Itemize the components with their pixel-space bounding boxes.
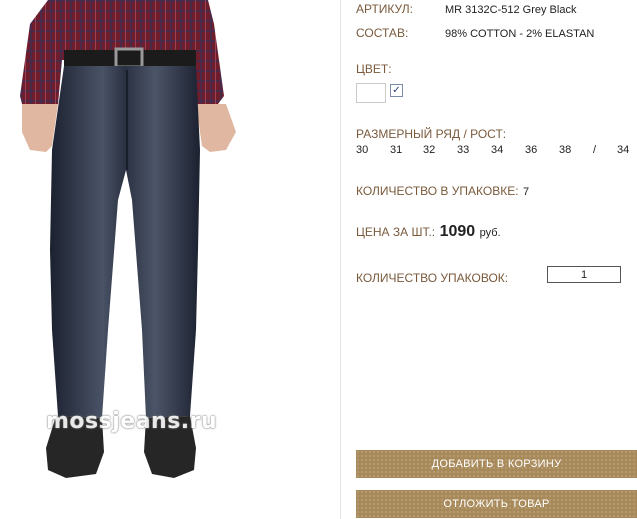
pack-value: 7 (523, 186, 530, 198)
article-label: АРТИКУЛ: (356, 2, 413, 16)
size-item: 30 (356, 144, 369, 156)
product-photo: mossjeans.ru (0, 0, 341, 519)
qty-label: КОЛИЧЕСТВО УПАКОВОК: (356, 271, 509, 285)
jeans-model-image (20, 0, 236, 478)
size-item: 34 (491, 144, 504, 156)
add-to-cart-button[interactable]: ДОБАВИТЬ В КОРЗИНУ (356, 450, 637, 478)
price-row: ЦЕНА ЗА ШТ.: 1090 руб. (356, 223, 501, 241)
composition-row: СОСТАВ: (356, 24, 408, 42)
size-item: / (593, 144, 597, 156)
price-label: ЦЕНА ЗА ШТ.: (356, 225, 436, 239)
article-value: MR 3132C-512 Grey Black (445, 4, 577, 16)
size-item: 36 (525, 144, 538, 156)
color-swatch[interactable] (356, 83, 386, 103)
defer-item-button[interactable]: ОТЛОЖИТЬ ТОВАР (356, 490, 637, 518)
pack-label: КОЛИЧЕСТВО В УПАКОВКЕ: (356, 184, 519, 198)
composition-value: 98% COTTON - 2% ELASTAN (445, 28, 595, 40)
article-row: АРТИКУЛ: (356, 0, 413, 18)
color-checkbox[interactable]: ✓ (390, 84, 403, 97)
price-currency: руб. (479, 227, 501, 239)
color-label: ЦВЕТ: (356, 62, 392, 76)
qty-input[interactable] (547, 266, 621, 283)
sizes-list: 30 31 32 33 34 36 38 / 34 (356, 144, 637, 158)
size-item: 31 (390, 144, 403, 156)
size-item: 34 (617, 144, 630, 156)
size-item: 33 (457, 144, 470, 156)
size-item: 38 (559, 144, 572, 156)
composition-label: СОСТАВ: (356, 26, 409, 40)
price-value: 1090 (439, 223, 476, 240)
watermark-text: mossjeans.ru (46, 409, 218, 434)
sizes-label: РАЗМЕРНЫЙ РЯД / РОСТ: (356, 127, 507, 141)
pack-row: КОЛИЧЕСТВО В УПАКОВКЕ: 7 (356, 182, 529, 200)
size-item: 32 (423, 144, 436, 156)
